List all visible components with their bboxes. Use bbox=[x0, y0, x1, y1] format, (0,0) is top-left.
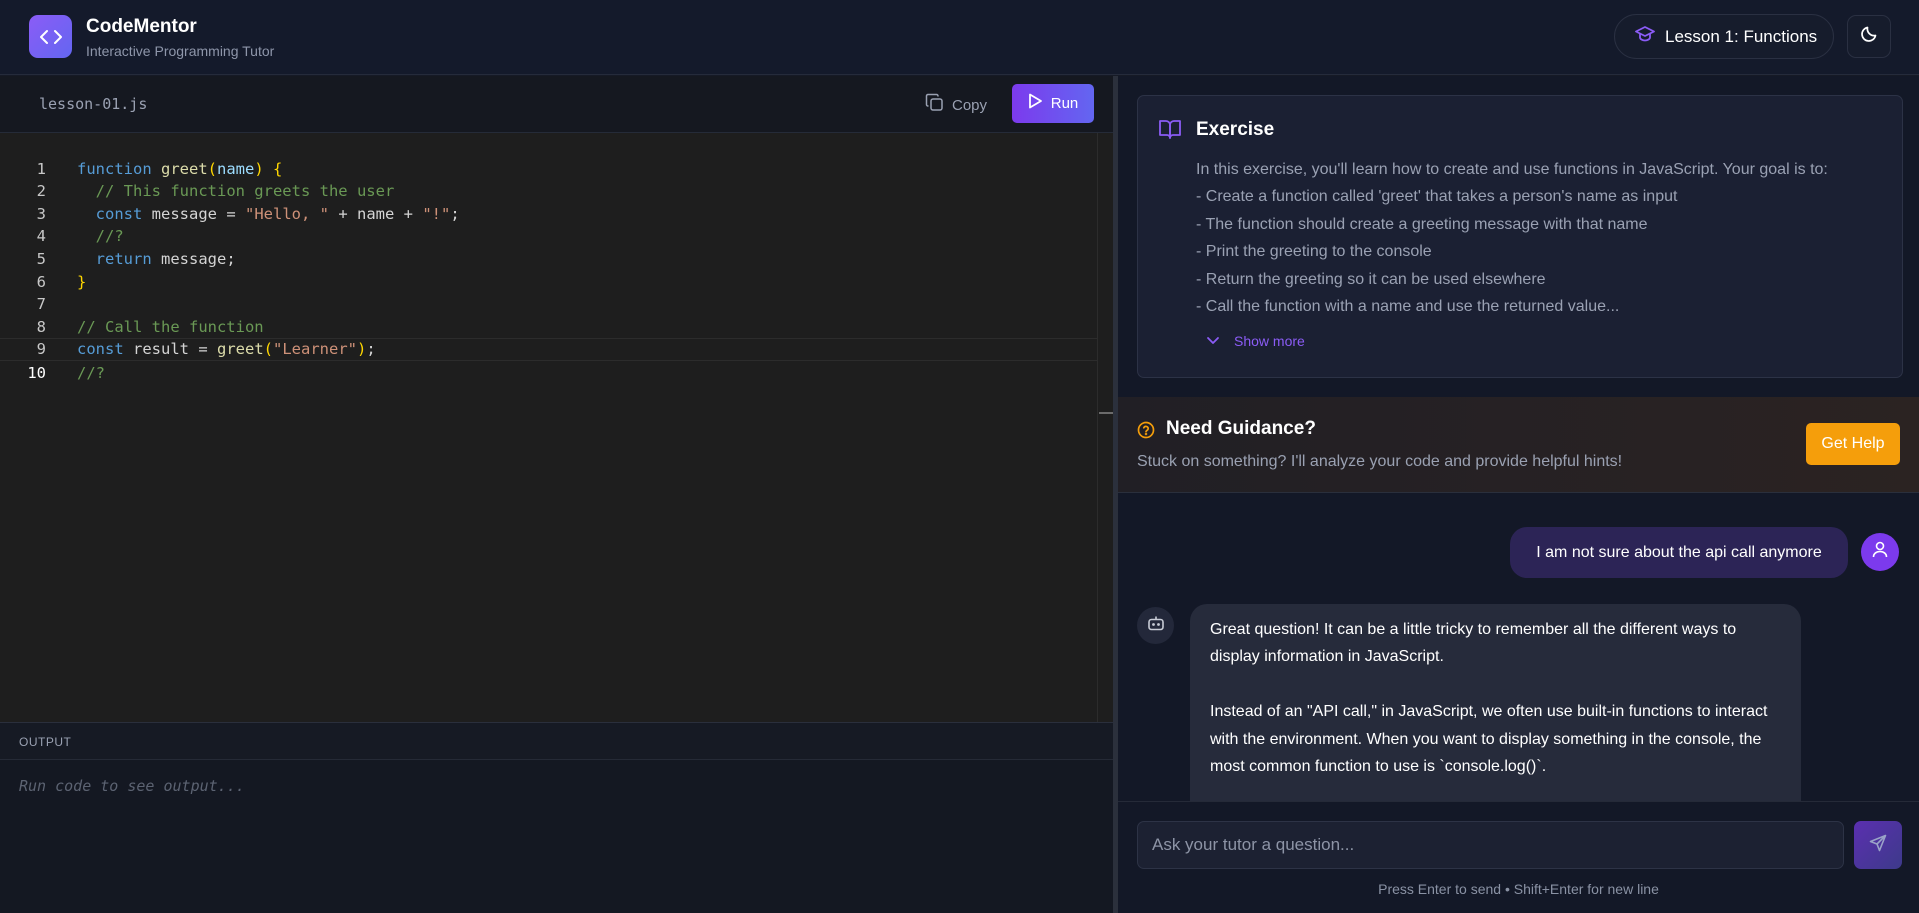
get-help-label: Get Help bbox=[1821, 435, 1885, 452]
copy-label: Copy bbox=[952, 96, 988, 114]
exercise-description: In this exercise, you'll learn how to cr… bbox=[1196, 156, 1896, 320]
code-line: 7 bbox=[0, 271, 1097, 313]
user-message: I am not sure about the api call anymore bbox=[1510, 527, 1848, 578]
app-subtitle: Interactive Programming Tutor bbox=[86, 43, 275, 59]
lesson-label: Lesson 1: Functions bbox=[1665, 26, 1818, 46]
guidance-banner: Need Guidance? Stuck on something? I'll … bbox=[1118, 397, 1919, 493]
run-button[interactable]: Run bbox=[1012, 84, 1094, 123]
editor-toolbar: lesson-01.js Copy Run bbox=[0, 76, 1113, 133]
chat-composer: Press Enter to send • Shift+Enter for ne… bbox=[1118, 801, 1919, 913]
exercise-item: - Create a function called 'greet' that … bbox=[1196, 188, 1678, 206]
moon-icon bbox=[1860, 25, 1878, 48]
chevron-down-icon bbox=[1206, 332, 1220, 350]
code-line: 5 return message; bbox=[0, 225, 1097, 268]
code-line: 6} bbox=[0, 248, 1097, 291]
code-line: 1 function greet(name) { bbox=[0, 135, 1097, 178]
send-button[interactable] bbox=[1854, 821, 1902, 869]
editor-panel: lesson-01.js Copy Run 1 function greet(na… bbox=[0, 76, 1113, 913]
tutor-avatar bbox=[1137, 607, 1174, 644]
code-line: 9 const result = greet("Learner"); bbox=[0, 316, 1097, 358]
theme-toggle-button[interactable] bbox=[1847, 15, 1891, 58]
output-console: Run code to see output... bbox=[0, 760, 1113, 913]
exercise-item: - Print the greeting to the console bbox=[1196, 243, 1432, 261]
lesson-selector[interactable]: Lesson 1: Functions bbox=[1614, 14, 1834, 59]
code-line: 4 //? bbox=[0, 203, 1097, 245]
exercise-card: Exercise In this exercise, you'll learn … bbox=[1137, 95, 1903, 378]
exercise-item: - The function should create a greeting … bbox=[1196, 215, 1648, 233]
code-line: 2 // This function greets the user bbox=[0, 158, 1097, 200]
exercise-item: - Call the function with a name and use … bbox=[1196, 298, 1620, 316]
code-line: 3 const message = "Hello, " + name + "!"… bbox=[0, 180, 1097, 223]
show-more-label: Show more bbox=[1234, 333, 1305, 349]
play-icon bbox=[1028, 93, 1043, 114]
user-message-text: I am not sure about the api call anymore bbox=[1536, 543, 1822, 561]
app-header: CodeMentor Interactive Programming Tutor… bbox=[0, 0, 1919, 75]
help-circle-icon bbox=[1137, 421, 1155, 444]
graduation-cap-icon bbox=[1635, 26, 1655, 47]
scrollbar-marker bbox=[1099, 412, 1113, 414]
copy-button[interactable]: Copy bbox=[925, 90, 995, 120]
line-number: 10 bbox=[27, 363, 46, 382]
exercise-intro: In this exercise, you'll learn how to cr… bbox=[1196, 161, 1828, 178]
copy-icon bbox=[925, 93, 944, 117]
user-icon bbox=[1872, 541, 1888, 563]
tutor-message-paragraph: Great question! It can be a little trick… bbox=[1210, 621, 1737, 666]
output-placeholder: Run code to see output... bbox=[19, 777, 245, 795]
code-editor[interactable]: 1 function greet(name) { 2 // This functi… bbox=[0, 133, 1097, 723]
code-line-active: 10 //? bbox=[0, 338, 1097, 382]
code-brackets-icon bbox=[29, 15, 72, 58]
show-more-button[interactable]: Show more bbox=[1206, 332, 1305, 350]
guidance-title: Need Guidance? bbox=[1166, 418, 1316, 439]
output-header: OUTPUT bbox=[0, 722, 1113, 760]
exercise-item: - Return the greeting so it can be used … bbox=[1196, 270, 1546, 288]
line-content: //? bbox=[77, 363, 105, 382]
file-tab[interactable]: lesson-01.js bbox=[39, 95, 147, 113]
tutor-message-paragraph: Instead of an "API call," in JavaScript,… bbox=[1210, 703, 1768, 776]
code-line: 8// Call the function bbox=[0, 293, 1097, 336]
bot-icon bbox=[1147, 615, 1165, 636]
exercise-title: Exercise bbox=[1196, 119, 1275, 140]
editor-scrollbar[interactable] bbox=[1097, 133, 1113, 723]
app-title: CodeMentor bbox=[86, 16, 197, 37]
user-avatar bbox=[1861, 533, 1899, 571]
book-open-icon bbox=[1158, 118, 1182, 145]
chat-input[interactable] bbox=[1137, 821, 1844, 869]
tutor-panel: Exercise In this exercise, you'll learn … bbox=[1118, 76, 1919, 913]
run-label: Run bbox=[1050, 95, 1079, 112]
output-label: OUTPUT bbox=[19, 735, 72, 749]
input-hint: Press Enter to send • Shift+Enter for ne… bbox=[1378, 881, 1659, 897]
get-help-button[interactable]: Get Help bbox=[1806, 423, 1900, 465]
send-icon bbox=[1869, 834, 1887, 857]
guidance-description: Stuck on something? I'll analyze your co… bbox=[1137, 453, 1623, 470]
